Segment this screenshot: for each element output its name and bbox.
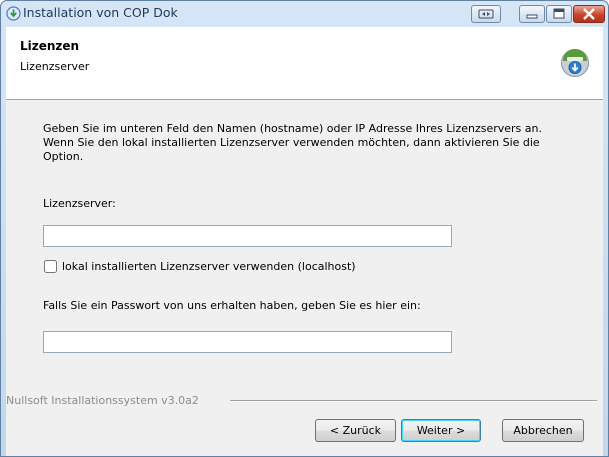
- instructions-text: Geben Sie im unteren Feld den Namen (hos…: [43, 122, 542, 163]
- nsis-branding-text: Nullsoft Installationssystem v3.0a2: [6, 394, 202, 407]
- installer-window: Installation von COP Dok Lizenzen Lizenz…: [0, 0, 609, 457]
- license-server-input[interactable]: [43, 225, 452, 247]
- page-header: Lizenzen Lizenzserver: [6, 27, 603, 100]
- close-button[interactable]: [573, 5, 605, 23]
- restore-mode-button[interactable]: [471, 5, 501, 23]
- localhost-checkbox[interactable]: [44, 260, 57, 273]
- cancel-button[interactable]: Abbrechen: [502, 419, 584, 442]
- window-title: Installation von COP Dok: [23, 5, 178, 20]
- footer-divider: [230, 400, 597, 402]
- page-title: Lizenzen: [20, 39, 80, 53]
- maximize-button[interactable]: [546, 5, 572, 23]
- password-input[interactable]: [43, 331, 452, 353]
- restore-arrows-icon: [478, 9, 494, 19]
- back-button[interactable]: < Zurück: [315, 419, 396, 442]
- installer-icon: [6, 6, 21, 21]
- localhost-checkbox-label[interactable]: lokal installierten Lizenzserver verwend…: [62, 260, 356, 273]
- next-button[interactable]: Weiter >: [401, 419, 481, 442]
- install-disc-icon: [561, 49, 589, 77]
- close-icon: [583, 8, 595, 20]
- maximize-icon: [553, 8, 565, 19]
- title-bar[interactable]: Installation von COP Dok: [1, 1, 608, 27]
- page-subtitle: Lizenzserver: [20, 60, 90, 73]
- dialog-client-area: Lizenzen Lizenzserver Geben Sie im unter…: [6, 27, 603, 456]
- minimize-button[interactable]: [519, 5, 545, 23]
- password-label: Falls Sie ein Passwort von uns erhalten …: [43, 299, 421, 312]
- minimize-icon: [526, 14, 538, 19]
- server-label: Lizenzserver:: [43, 197, 116, 210]
